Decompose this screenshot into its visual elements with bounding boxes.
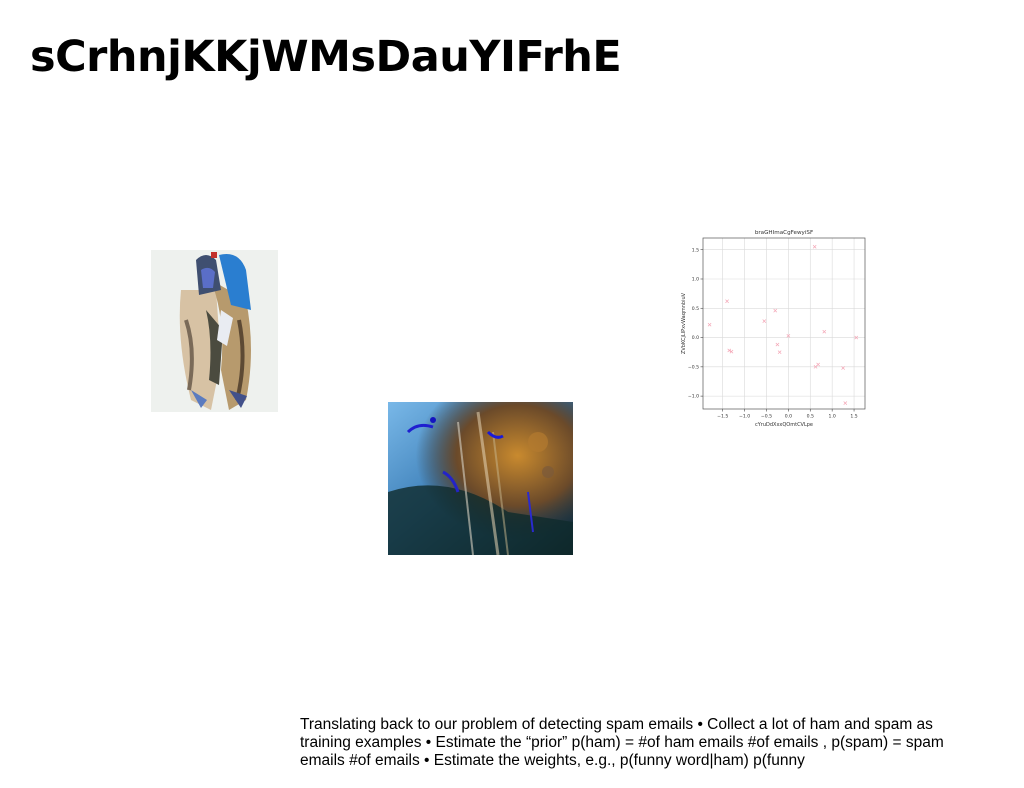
figure-photo	[151, 250, 278, 412]
scatter-chart-svg: −1.5 −1.0 −0.5 0.0 0.5 1.0 1.5 −1.0 −0.5 0.0 0.5 1.…	[681, 230, 866, 428]
slide-title: sCrhnjKKjWMsDauYIFrhE	[30, 32, 622, 82]
slide-body-text: Translating back to our problem of detec…	[300, 716, 944, 769]
chart-ytick-label: −1.0	[688, 394, 699, 400]
chart-ytick-label: 0.5	[692, 306, 699, 312]
abstract-photo	[388, 402, 573, 555]
chart-xtick-label: −0.5	[761, 414, 772, 420]
chart-xtick-label: −1.0	[739, 414, 750, 420]
chart-xtick-label: 0.5	[807, 414, 814, 420]
chart-ytick-label: 0.0	[692, 335, 699, 341]
abstract-photo-graphic	[388, 402, 573, 555]
chart-ytick-label: 1.5	[692, 247, 699, 253]
chart-xtick-label: −1.5	[717, 414, 728, 420]
chart-ytick-label: 1.0	[692, 277, 699, 283]
figure-photo-graphic	[151, 250, 278, 412]
chart-ytick-label: −0.5	[688, 364, 699, 370]
chart-xlabel: cYruDdXxxQOmtCVLpe	[755, 422, 813, 428]
chart-xtick-label: 0.0	[785, 414, 792, 420]
chart-ylabel: ZVbKCjLIPxvWaqmnbiuV	[681, 292, 687, 354]
scatter-chart: −1.5 −1.0 −0.5 0.0 0.5 1.0 1.5 −1.0 −0.5 0.0 0.5 1.…	[676, 225, 872, 433]
chart-plot-area	[703, 238, 865, 409]
chart-xtick-label: 1.0	[829, 414, 836, 420]
chart-title: braGHImaCgFewyiSF	[755, 230, 813, 236]
chart-xtick-label: 1.5	[850, 414, 857, 420]
